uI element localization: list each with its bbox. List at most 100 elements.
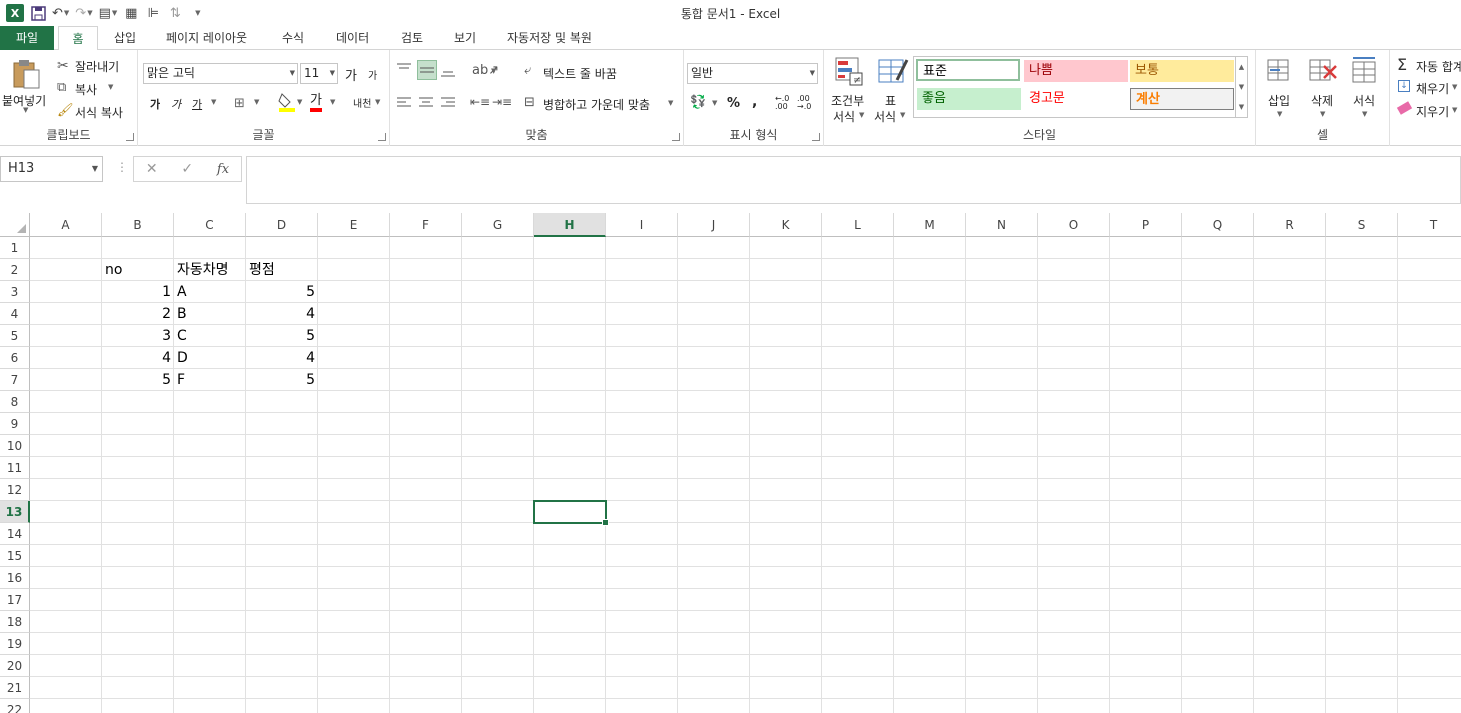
worksheet-grid[interactable]: A B C D E F G H I J K L M N O P Q R S T 1 2 3 4 5 6 7 8 9 10 11 12 13 14 1… [0, 213, 1461, 713]
font-launcher-icon[interactable] [378, 133, 386, 141]
cell-d7[interactable]: 5 [246, 369, 318, 391]
column-header-m[interactable]: M [894, 213, 966, 237]
row-header-18[interactable]: 18 [0, 611, 30, 633]
fill-button[interactable]: 채우기 [1416, 80, 1449, 97]
insert-function-icon[interactable]: fx [217, 162, 229, 177]
underline-button[interactable]: 가 [192, 96, 202, 112]
row-header-1[interactable]: 1 [0, 237, 30, 259]
font-size-select[interactable]: 11 ▼ [300, 63, 338, 84]
align-left-icon[interactable] [396, 96, 412, 111]
cell-c2[interactable]: 자동차명 [174, 259, 246, 281]
accounting-dropdown-icon[interactable]: ▼ [712, 99, 717, 107]
formula-bar-splitter-icon[interactable]: ⋮ [116, 160, 128, 174]
column-header-a[interactable]: A [30, 213, 102, 237]
number-launcher-icon[interactable] [812, 133, 820, 141]
cell-c5[interactable]: C [174, 325, 246, 347]
autosum-button[interactable]: 자동 합계 [1416, 58, 1461, 75]
fill-color-icon[interactable] [278, 92, 296, 115]
wrap-text-icon[interactable]: ⤶ [524, 63, 531, 78]
delete-cells-icon[interactable] [1308, 56, 1338, 89]
cell-b2[interactable]: no [102, 259, 174, 281]
insert-cells-icon[interactable] [1266, 56, 1294, 89]
format-cells-icon[interactable] [1350, 56, 1380, 89]
column-header-q[interactable]: Q [1182, 213, 1254, 237]
clipboard-launcher-icon[interactable] [126, 133, 134, 141]
fill-icon[interactable]: ↓ [1398, 80, 1410, 92]
conditional-formatting-icon[interactable]: ≠ [834, 56, 864, 89]
percent-button[interactable]: % [727, 96, 740, 111]
tab-data[interactable]: 데이터 [326, 26, 379, 50]
row-header-13[interactable]: 13 [0, 501, 30, 523]
cell-b4[interactable]: 2 [102, 303, 174, 325]
border-dropdown-icon[interactable]: ▼ [254, 98, 259, 106]
style-warning[interactable]: 경고문 [1024, 88, 1128, 110]
font-color-button[interactable]: 가 [310, 93, 322, 112]
conditional-formatting-label-2[interactable]: 서식 [833, 108, 855, 125]
column-header-c[interactable]: C [174, 213, 246, 237]
column-header-l[interactable]: L [822, 213, 894, 237]
row-header-20[interactable]: 20 [0, 655, 30, 677]
bold-button[interactable]: 가 [150, 96, 160, 112]
format-as-table-label[interactable]: 표 [885, 92, 896, 109]
copy-dropdown-icon[interactable]: ▼ [108, 83, 113, 91]
merge-center-icon[interactable]: ⊟ [524, 95, 535, 110]
format-dropdown-icon[interactable]: ▼ [1362, 110, 1367, 118]
align-bottom-icon[interactable] [440, 62, 456, 81]
clear-icon[interactable] [1396, 101, 1413, 115]
paste-dropdown-icon[interactable]: ▼ [23, 106, 28, 114]
tab-page-layout[interactable]: 페이지 레이아웃 [156, 26, 257, 50]
format-cells-button[interactable]: 서식 [1353, 92, 1375, 109]
row-header-22[interactable]: 22 [0, 699, 30, 713]
column-header-n[interactable]: N [966, 213, 1038, 237]
row-header-4[interactable]: 4 [0, 303, 30, 325]
font-color-dropdown-icon[interactable]: ▼ [330, 98, 335, 106]
name-box[interactable]: H13 ▼ [0, 156, 103, 182]
autosum-icon[interactable]: Σ [1397, 55, 1407, 74]
column-header-b[interactable]: B [102, 213, 174, 237]
row-header-12[interactable]: 12 [0, 479, 30, 501]
column-header-k[interactable]: K [750, 213, 822, 237]
row-header-10[interactable]: 10 [0, 435, 30, 457]
insert-cells-button[interactable]: 삽입 [1268, 92, 1290, 109]
tab-autosave[interactable]: 자동저장 및 복원 [497, 26, 602, 50]
row-header-9[interactable]: 9 [0, 413, 30, 435]
comma-button[interactable]: , [752, 94, 757, 110]
conditional-formatting-label[interactable]: 조건부 [831, 92, 864, 109]
column-header-r[interactable]: R [1254, 213, 1326, 237]
row-header-19[interactable]: 19 [0, 633, 30, 655]
cut-button[interactable]: 잘라내기 [75, 58, 119, 75]
tab-view[interactable]: 보기 [444, 26, 486, 50]
column-header-d[interactable]: D [246, 213, 318, 237]
column-header-j[interactable]: J [678, 213, 750, 237]
increase-indent-icon[interactable]: ⇥≡ [492, 95, 512, 109]
column-header-s[interactable]: S [1326, 213, 1398, 237]
style-normal[interactable]: 표준 [916, 59, 1020, 81]
cut-icon[interactable]: ✂ [57, 58, 69, 74]
style-neutral[interactable]: 보통 [1130, 60, 1234, 82]
style-calculation[interactable]: 계산 [1130, 88, 1234, 110]
row-header-11[interactable]: 11 [0, 457, 30, 479]
style-bad[interactable]: 나쁨 [1024, 60, 1128, 82]
border-icon[interactable]: ⊞ [234, 96, 245, 111]
tab-formulas[interactable]: 수식 [272, 26, 314, 50]
cell-d5[interactable]: 5 [246, 325, 318, 347]
format-painter-icon[interactable]: 🖌 [57, 103, 74, 118]
cell-d6[interactable]: 4 [246, 347, 318, 369]
align-top-icon[interactable] [396, 62, 412, 79]
shrink-font-button[interactable]: 가 [368, 67, 377, 82]
cell-d4[interactable]: 4 [246, 303, 318, 325]
number-format-select[interactable]: 일반 ▼ [687, 63, 818, 84]
tab-home[interactable]: 홈 [58, 26, 98, 51]
align-middle-icon[interactable] [417, 60, 437, 80]
decrease-decimal-button[interactable]: .00 →.0 [797, 95, 815, 111]
format-painter-button[interactable]: 서식 복사 [75, 104, 123, 121]
formula-input[interactable] [246, 156, 1461, 204]
cell-c3[interactable]: A [174, 281, 246, 303]
delete-dropdown-icon[interactable]: ▼ [1320, 110, 1325, 118]
cell-d3[interactable]: 5 [246, 281, 318, 303]
column-header-g[interactable]: G [462, 213, 534, 237]
column-header-p[interactable]: P [1110, 213, 1182, 237]
phonetic-button[interactable]: 내천 [353, 95, 371, 110]
clear-button[interactable]: 지우기 [1416, 103, 1449, 120]
tab-review[interactable]: 검토 [391, 26, 433, 50]
